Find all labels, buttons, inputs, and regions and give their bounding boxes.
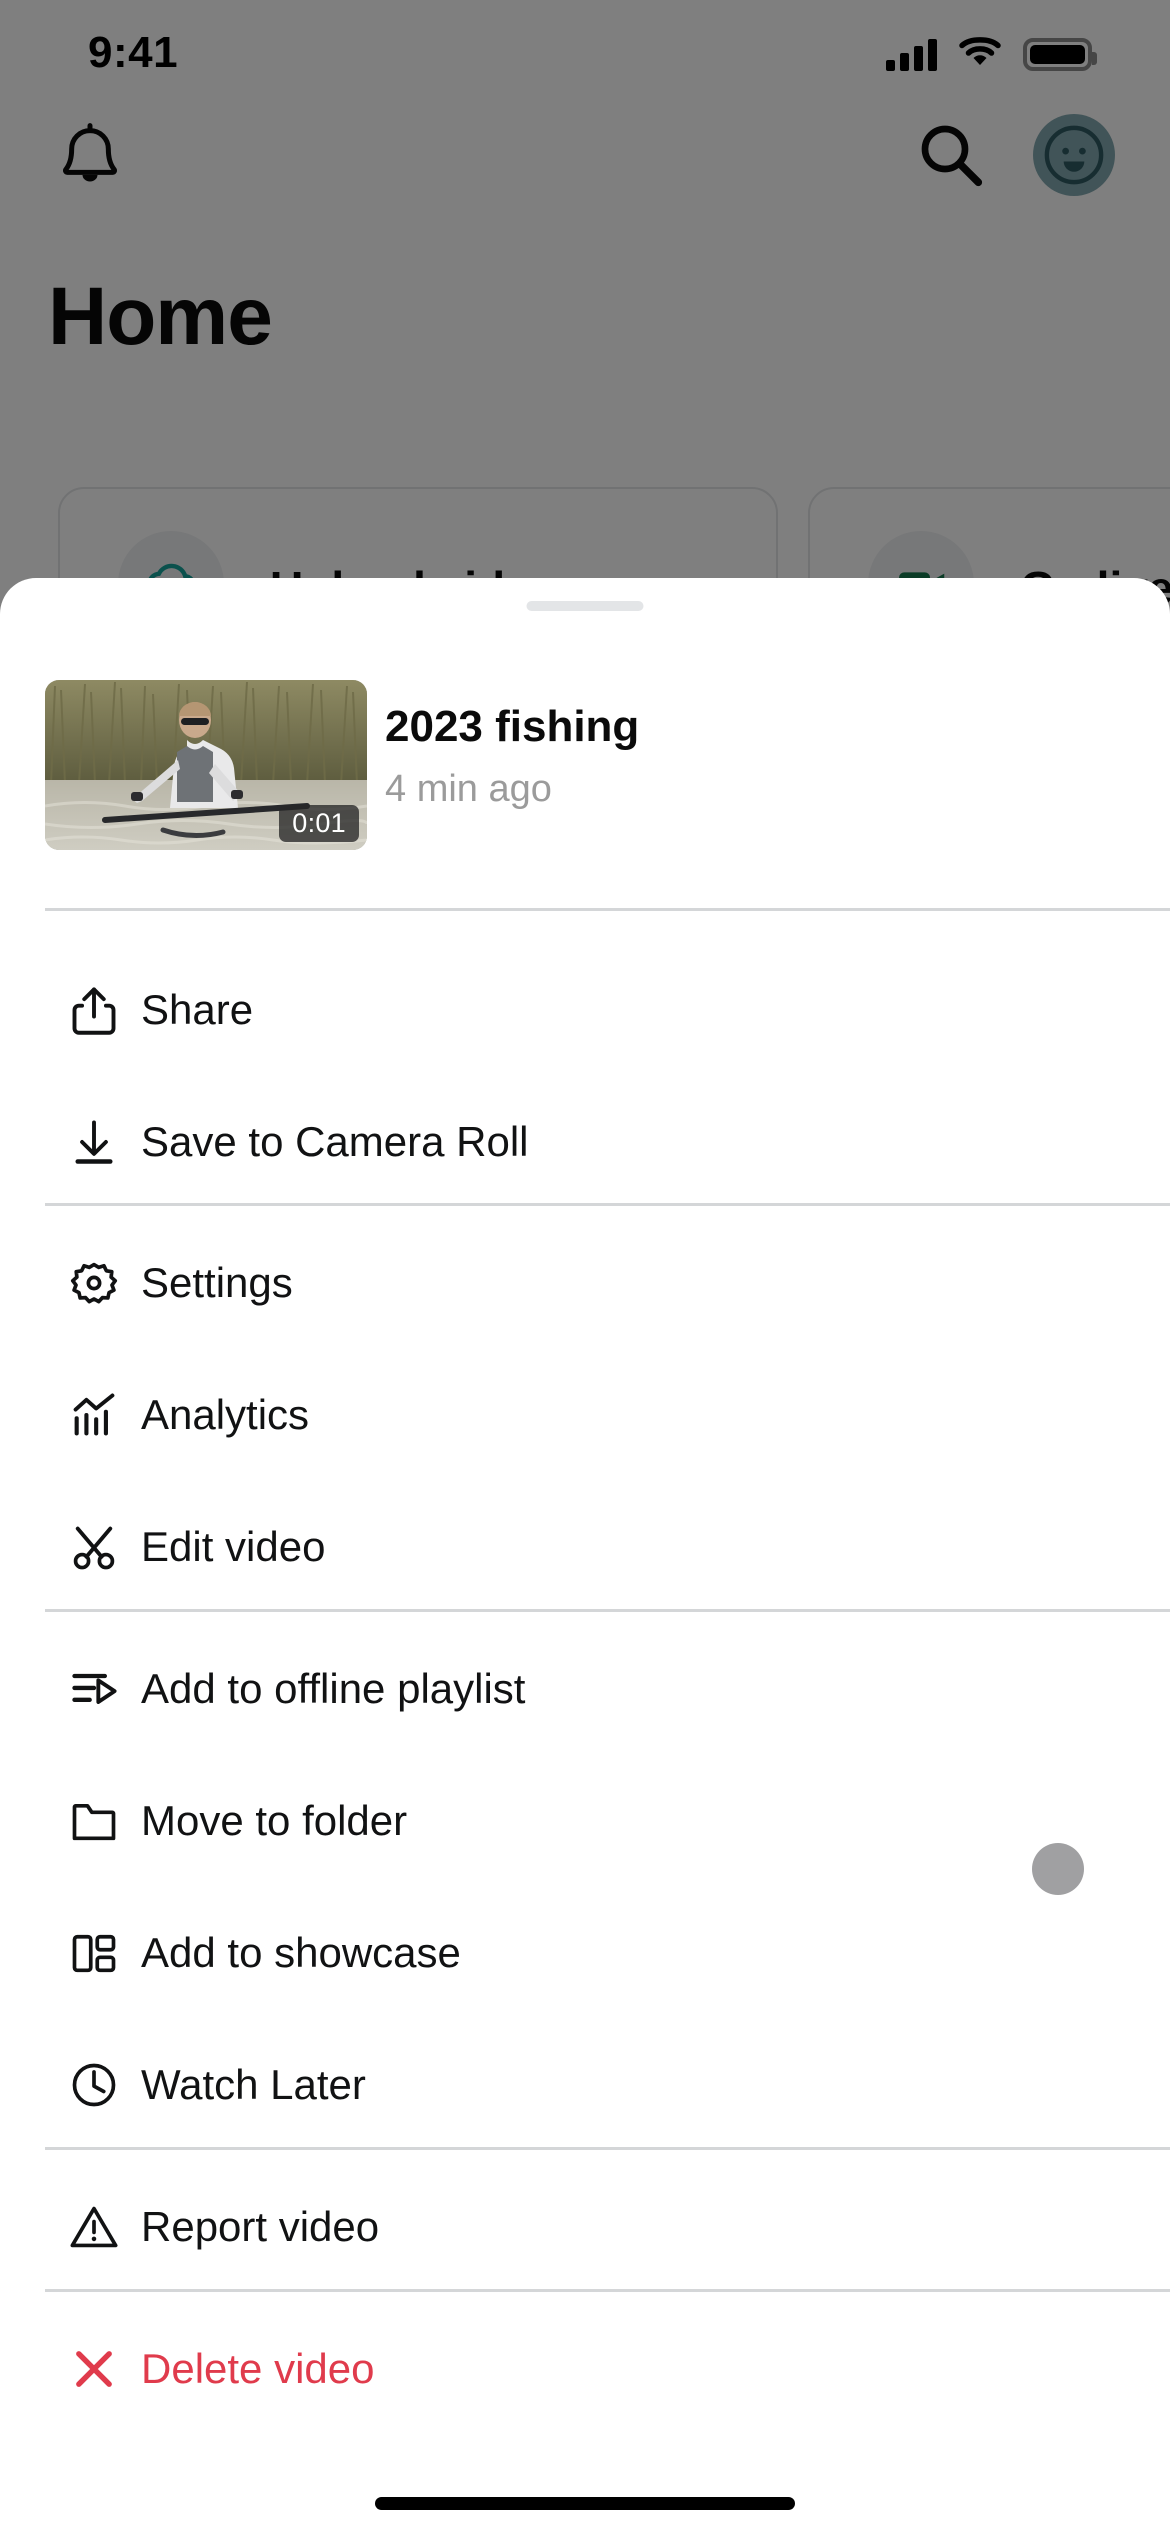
menu-item-label: Edit video — [141, 1523, 326, 1570]
menu-item-label: Watch Later — [141, 2061, 366, 2108]
menu-item-label: Add to offline playlist — [141, 1665, 526, 1712]
video-summary-row[interactable]: 0:01 2023 fishing 4 min ago — [0, 670, 1170, 860]
menu-item-settings[interactable]: Settings — [0, 1217, 1170, 1349]
showcase-layout-icon — [66, 1925, 122, 1981]
menu-item-move-to-folder[interactable]: Move to folder — [0, 1755, 1170, 1887]
video-thumbnail[interactable]: 0:01 — [45, 680, 367, 850]
sheet-drag-handle[interactable] — [526, 601, 644, 611]
divider — [45, 2147, 1170, 2150]
menu-item-analytics[interactable]: Analytics — [0, 1349, 1170, 1481]
video-title: 2023 fishing — [385, 702, 640, 751]
download-icon — [66, 1114, 122, 1170]
analytics-chart-icon — [66, 1387, 122, 1443]
menu-item-label: Settings — [141, 1259, 293, 1306]
cursor-indicator — [1032, 1843, 1084, 1895]
close-x-icon — [66, 2341, 122, 2397]
menu-item-delete-video[interactable]: Delete video — [0, 2303, 1170, 2435]
menu-item-share[interactable]: Share — [0, 944, 1170, 1076]
menu-item-label: Report video — [141, 2203, 380, 2250]
video-timestamp: 4 min ago — [385, 768, 552, 810]
divider — [45, 2289, 1170, 2292]
folder-icon — [66, 1793, 122, 1849]
video-options-bottom-sheet: 0:01 2023 fishing 4 min ago Share Save t… — [0, 578, 1170, 2532]
menu-item-add-to-showcase[interactable]: Add to showcase — [0, 1887, 1170, 2019]
warning-triangle-icon — [66, 2199, 122, 2255]
divider — [45, 908, 1170, 911]
divider — [45, 1203, 1170, 1206]
menu-item-save-to-camera-roll[interactable]: Save to Camera Roll — [0, 1076, 1170, 1208]
menu-item-label: Analytics — [141, 1391, 310, 1438]
divider — [45, 1609, 1170, 1612]
scissors-icon — [66, 1519, 122, 1575]
playlist-play-icon — [66, 1661, 122, 1717]
clock-icon — [66, 2057, 122, 2113]
menu-item-label: Move to folder — [141, 1797, 408, 1844]
menu-item-label: Share — [141, 986, 254, 1033]
menu-item-label: Delete video — [141, 2345, 375, 2392]
menu-item-label: Save to Camera Roll — [141, 1118, 529, 1165]
home-indicator[interactable] — [375, 2497, 795, 2510]
menu-item-report-video[interactable]: Report video — [0, 2161, 1170, 2293]
share-icon — [66, 982, 122, 1038]
menu-item-label: Add to showcase — [141, 1929, 461, 1976]
menu-item-add-to-offline-playlist[interactable]: Add to offline playlist — [0, 1623, 1170, 1755]
video-duration-badge: 0:01 — [279, 805, 359, 842]
gear-icon — [66, 1255, 122, 1311]
menu-item-watch-later[interactable]: Watch Later — [0, 2019, 1170, 2151]
menu-item-edit-video[interactable]: Edit video — [0, 1481, 1170, 1613]
